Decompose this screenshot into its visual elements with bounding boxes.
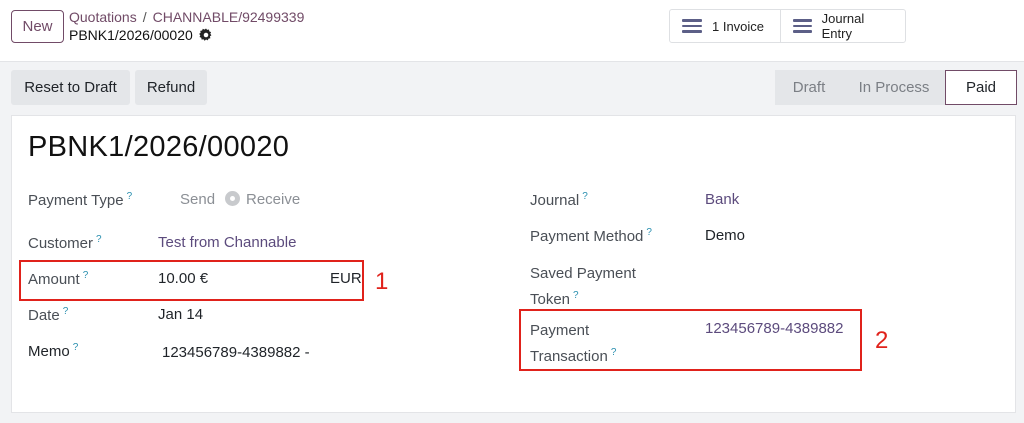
journal-label-text: Journal bbox=[530, 192, 580, 209]
date-value[interactable]: Jan 14 bbox=[158, 306, 203, 323]
control-panel: New Quotations / CHANNABLE/92499339 PBNK… bbox=[0, 0, 1024, 62]
stage-paid[interactable]: Paid bbox=[945, 70, 1017, 105]
annotation-label-1: 1 bbox=[375, 268, 389, 295]
journal-entry-button-label: Journal Entry bbox=[821, 11, 865, 41]
help-icon[interactable]: ? bbox=[73, 342, 79, 353]
customer-value[interactable]: Test from Channable bbox=[158, 234, 296, 251]
breadcrumb: Quotations / CHANNABLE/92499339 bbox=[69, 9, 304, 25]
highlight-box-amount bbox=[19, 260, 364, 301]
breadcrumb-separator: / bbox=[142, 9, 147, 25]
invoice-smart-button[interactable]: 1 Invoice bbox=[670, 10, 780, 42]
breadcrumb-quotations[interactable]: Quotations bbox=[69, 9, 137, 25]
help-icon[interactable]: ? bbox=[573, 290, 579, 301]
customer-label: Customer? bbox=[28, 234, 102, 252]
journal-label: Journal? bbox=[530, 191, 588, 209]
payment-method-label-text: Payment Method bbox=[530, 228, 644, 245]
list-icon bbox=[793, 19, 812, 33]
refund-button[interactable]: Refund bbox=[135, 70, 207, 105]
memo-label: Memo? bbox=[28, 342, 78, 360]
record-name-text: PBNK1/2026/00020 bbox=[69, 27, 193, 43]
date-label: Date? bbox=[28, 306, 68, 324]
annotation-label-2: 2 bbox=[875, 327, 889, 354]
help-icon[interactable]: ? bbox=[96, 234, 102, 245]
payment-type-send[interactable]: Send bbox=[180, 191, 215, 208]
record-name: PBNK1/2026/00020 bbox=[69, 27, 213, 43]
payment-type-receive[interactable]: Receive bbox=[225, 191, 300, 208]
gear-icon[interactable] bbox=[198, 28, 213, 42]
memo-label-text: Memo bbox=[28, 343, 70, 360]
help-icon[interactable]: ? bbox=[646, 227, 652, 238]
status-bar: Draft In Process Paid bbox=[775, 70, 1017, 105]
invoice-button-label: 1 Invoice bbox=[712, 18, 765, 34]
payment-method-value[interactable]: Demo bbox=[705, 227, 745, 244]
reset-to-draft-button[interactable]: Reset to Draft bbox=[11, 70, 130, 105]
payment-title: PBNK1/2026/00020 bbox=[28, 131, 290, 163]
list-icon bbox=[682, 19, 702, 33]
new-button[interactable]: New bbox=[11, 10, 64, 43]
payment-type-label-text: Payment Type bbox=[28, 192, 124, 209]
help-icon[interactable]: ? bbox=[63, 306, 69, 317]
smart-buttons: 1 Invoice Journal Entry bbox=[669, 9, 906, 43]
breadcrumb-order[interactable]: CHANNABLE/92499339 bbox=[153, 9, 305, 25]
customer-label-text: Customer bbox=[28, 235, 94, 252]
saved-payment-token-label-line2: Token bbox=[530, 291, 571, 308]
stage-in-process[interactable]: In Process bbox=[843, 70, 945, 105]
help-icon[interactable]: ? bbox=[127, 191, 133, 202]
saved-payment-token-label: Saved Payment Token? bbox=[530, 263, 636, 311]
radio-icon bbox=[225, 191, 240, 206]
journal-value[interactable]: Bank bbox=[705, 191, 739, 208]
stage-draft[interactable]: Draft bbox=[775, 70, 843, 105]
saved-payment-token-label-line1: Saved Payment bbox=[530, 265, 636, 282]
payment-type-receive-label: Receive bbox=[246, 191, 301, 208]
memo-value[interactable]: 123456789-4389882 - bbox=[162, 344, 310, 361]
date-label-text: Date bbox=[28, 307, 60, 324]
highlight-box-payment-transaction bbox=[519, 309, 862, 371]
journal-entry-smart-button[interactable]: Journal Entry bbox=[780, 10, 905, 42]
help-icon[interactable]: ? bbox=[582, 191, 588, 202]
payment-method-label: Payment Method? bbox=[530, 227, 652, 245]
payment-type-label: Payment Type? bbox=[28, 191, 132, 209]
